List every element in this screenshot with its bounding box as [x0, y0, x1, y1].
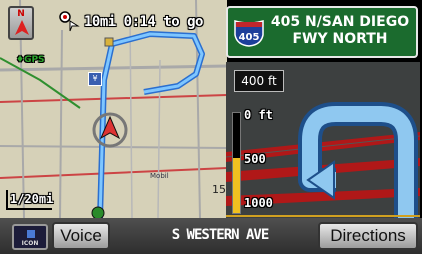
map-edge-number: 15 [212, 183, 226, 196]
atm-icon[interactable]: ¥ [88, 72, 102, 86]
tick-label: 0 ft [244, 108, 273, 122]
distance-to-turn: 400 ft [234, 70, 284, 92]
tick-label: 1000 [244, 196, 273, 210]
shield-number: 405 [239, 32, 260, 43]
north-label: N [17, 9, 25, 19]
gas-station-icon [91, 206, 105, 218]
interstate-shield-icon: 405 [234, 20, 264, 47]
icon-button[interactable]: ICON [12, 224, 48, 250]
gps-label: GPS [24, 55, 45, 65]
current-street: S WESTERN AVE [171, 227, 270, 243]
north-up-button[interactable]: N [8, 6, 34, 40]
nav-screen: N 10mi 0:14 to go ♦GPS ¥ Mobil 15 1/20mi… [0, 0, 422, 254]
sign-line-2: FWY NORTH [292, 31, 388, 47]
distance-bar [232, 112, 241, 214]
destination-flag-icon [59, 11, 80, 32]
freeway-sign: 405 405 N/SAN DIEGO FWY NORTH [226, 6, 418, 58]
poi-label: Mobil [150, 172, 169, 180]
trip-info: 10mi 0:14 to go [84, 14, 203, 30]
map-roads [0, 0, 227, 218]
sign-line-1: 405 N/SAN DIEGO [270, 14, 410, 30]
gps-indicator: ♦GPS [16, 55, 45, 65]
satellite-icon: ♦ [16, 55, 25, 65]
icon-button-label: ICON [21, 240, 39, 247]
distance-bar-fill [233, 158, 240, 213]
map-view[interactable]: N 10mi 0:14 to go ♦GPS ¥ Mobil 15 1/20mi [0, 0, 227, 218]
sign-text: 405 N/SAN DIEGO FWY NORTH [270, 14, 410, 48]
directions-button[interactable]: Directions [318, 222, 418, 250]
vehicle-position-icon [92, 112, 128, 148]
tick-label: 500 [244, 152, 266, 166]
junction-view: 400 ft 0 ft 500 1000 [226, 62, 420, 218]
icon-glyph [27, 230, 35, 238]
voice-button[interactable]: Voice [52, 222, 110, 250]
bottom-bar: ICON Voice S WESTERN AVE Directions [0, 218, 422, 254]
north-arrow-icon [15, 20, 29, 35]
map-scale: 1/20mi [6, 190, 54, 210]
map-scale-label: 1/20mi [10, 192, 54, 206]
